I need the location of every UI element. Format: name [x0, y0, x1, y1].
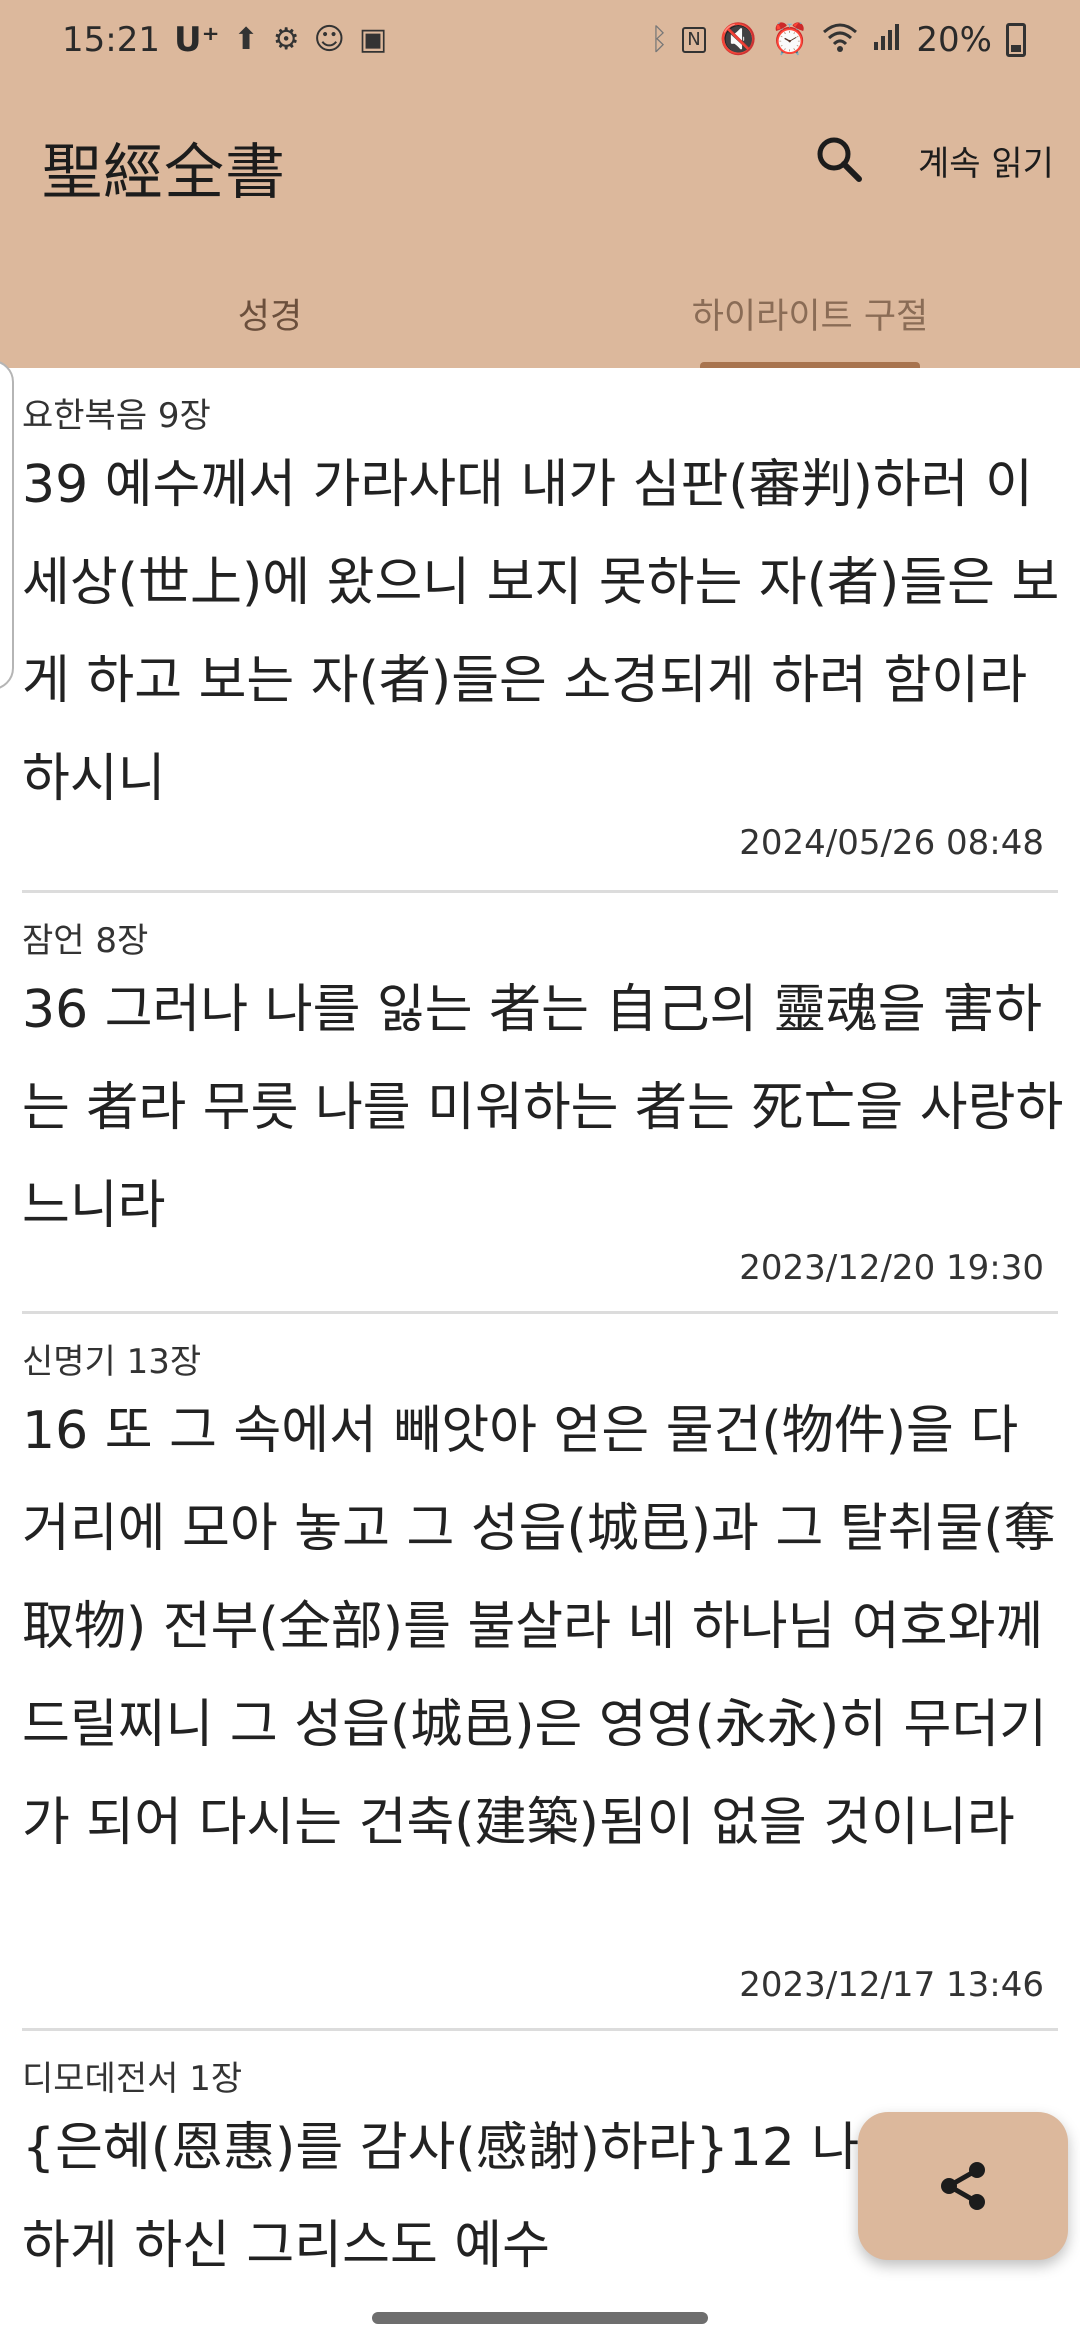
verse-text: 39 예수께서 가라사대 내가 심판(審判)하러 이 세상(世上)에 왔으니 보… — [22, 455, 1060, 809]
app-title: 聖經全書 — [42, 138, 286, 208]
highlight-date: 2023/12/20 19:30 — [739, 1248, 1044, 1288]
search-icon — [817, 137, 862, 182]
bluetooth-icon: ᛒ — [650, 22, 669, 57]
nfc-icon: N — [682, 27, 706, 53]
list-item[interactable]: 요한복음 9장 39 예수께서 가라사대 내가 심판(審判)하러 이 세상(世上… — [0, 368, 1080, 890]
face-icon: ☺ — [313, 22, 345, 57]
verse-reference: 요한복음 9장 — [22, 396, 211, 436]
verse-reference: 신명기 13장 — [22, 1342, 202, 1382]
verse-text: 16 또 그 속에서 빼앗아 얻은 물건(物件)을 다 거리에 모아 놓고 그 … — [22, 1401, 1056, 1853]
signal-icon — [872, 22, 902, 58]
wifi-icon — [822, 22, 858, 58]
phone-app-icon: ▣ — [358, 22, 388, 57]
gesture-nav-handle[interactable] — [372, 2312, 708, 2324]
highlight-list[interactable]: 요한복음 9장 39 예수께서 가라사대 내가 심판(審判)하러 이 세상(世上… — [0, 368, 1080, 2328]
highlight-date: 2023/12/17 13:46 — [739, 1965, 1044, 2005]
verse-reference: 디모데전서 1장 — [22, 2059, 243, 2099]
tab-bible[interactable]: 성경 — [0, 268, 540, 368]
status-bar: 15:21 U⁺ ⬆ ⚙ ☺ ▣ ᛒ N 🔇 ⏰ 20% — [0, 0, 1080, 80]
scroll-handle[interactable] — [0, 360, 14, 690]
app-bar: 聖經全書 계속 읽기 — [0, 96, 1080, 226]
app-header: 15:21 U⁺ ⬆ ⚙ ☺ ▣ ᛒ N 🔇 ⏰ 20% 聖經全書 계속 읽기 … — [0, 0, 1080, 368]
share-button[interactable] — [858, 2112, 1068, 2260]
tab-highlights[interactable]: 하이라이트 구절 — [540, 268, 1080, 368]
list-item[interactable]: 신명기 13장 16 또 그 속에서 빼앗아 얻은 물건(物件)을 다 거리에 … — [0, 1314, 1080, 2028]
battery-percent: 20% — [916, 20, 992, 60]
verse-text: 36 그러나 나를 잃는 者는 自己의 靈魂을 害하는 者라 무릇 나를 미워하… — [22, 980, 1064, 1236]
list-item[interactable]: 잠언 8장 36 그러나 나를 잃는 者는 自己의 靈魂을 害하는 者라 무릇 … — [0, 893, 1080, 1311]
carrier-label: U⁺ — [173, 20, 220, 60]
battery-icon — [1006, 23, 1026, 57]
status-left: 15:21 U⁺ ⬆ ⚙ ☺ ▣ — [62, 20, 387, 60]
settings-icon: ⚙ — [272, 22, 300, 57]
search-button[interactable] — [806, 126, 872, 192]
verse-reference: 잠언 8장 — [22, 921, 149, 961]
status-time: 15:21 — [62, 20, 160, 60]
continue-reading-button[interactable]: 계속 읽기 — [918, 136, 1054, 186]
tab-bar: 성경 하이라이트 구절 — [0, 268, 1080, 368]
upload-icon: ⬆ — [233, 22, 259, 57]
status-right: ᛒ N 🔇 ⏰ 20% — [650, 20, 1026, 60]
highlight-date: 2024/05/26 08:48 — [739, 823, 1044, 863]
share-icon — [941, 2162, 985, 2210]
alarm-icon: ⏰ — [771, 22, 809, 57]
mute-icon: 🔇 — [719, 22, 758, 57]
